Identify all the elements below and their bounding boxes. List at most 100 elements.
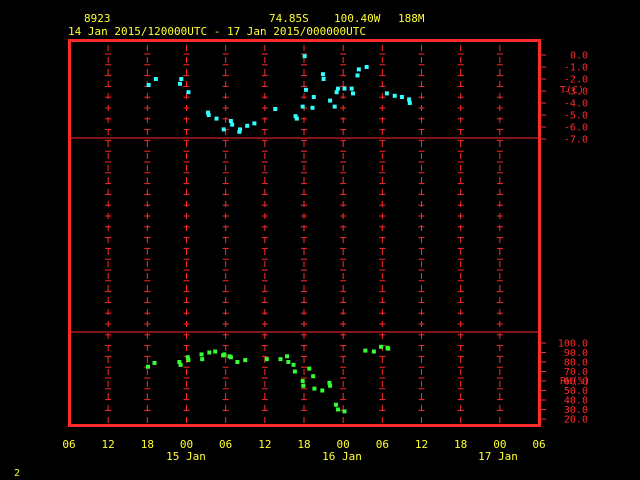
date-label-16jan: 16 Jan [322, 450, 362, 463]
rh-point [222, 352, 227, 357]
temp-point [273, 107, 278, 111]
temp-point [214, 116, 219, 121]
rh-point [228, 355, 233, 360]
x-tick-label: 18 [297, 438, 310, 451]
rh-point [286, 360, 291, 364]
rh-point [186, 358, 191, 363]
rh-point [386, 346, 391, 351]
temp-point [399, 95, 404, 99]
rh-point [207, 350, 212, 355]
meteogram-chart: 8923 74.85S 100.40W 188M 14 Jan 2015/120… [14, 12, 590, 479]
temp-point [321, 77, 326, 81]
temp-point [153, 77, 158, 81]
elevation: 188M [398, 12, 425, 25]
latitude: 74.85S [269, 12, 309, 25]
rh-point [145, 364, 150, 369]
y-tick-label: -2.0 [564, 75, 588, 86]
rh-point [200, 357, 205, 362]
rh-point [291, 362, 296, 367]
x-tick-label: 00 [493, 438, 506, 451]
rh-point [243, 358, 248, 363]
rh-point [235, 360, 240, 364]
rh-point [264, 357, 269, 362]
temp-point [328, 98, 333, 103]
x-tick-label: 12 [102, 438, 115, 451]
rh-point [333, 402, 338, 407]
rh-point [300, 379, 305, 383]
temp-point [252, 121, 257, 126]
temp-point [230, 122, 235, 127]
temp-point [384, 91, 389, 96]
temp-point [364, 65, 369, 69]
y-tick-label: 0.0 [570, 51, 588, 62]
rh-point [307, 366, 312, 371]
temp-point [392, 93, 397, 98]
rh-point [178, 362, 183, 367]
longitude: 100.40W [334, 12, 381, 25]
rh-point [363, 348, 368, 353]
temp-point [206, 113, 211, 117]
rh-point [213, 349, 218, 354]
temp-point [179, 77, 184, 81]
temp-point [177, 81, 182, 86]
temp-point [320, 72, 325, 77]
rh-point [292, 369, 297, 374]
x-tick-label: 06 [532, 438, 545, 451]
rh-point [199, 352, 204, 357]
x-tick-label: 18 [141, 438, 154, 451]
temp-point [294, 116, 299, 121]
rh-point [328, 383, 333, 388]
y-tick-label: -3.0 [564, 87, 588, 98]
temp-point [146, 83, 151, 87]
page-number: 2 [14, 468, 20, 479]
x-tick-label: 00 [180, 438, 193, 451]
temp-point [356, 67, 361, 72]
temp-point [407, 101, 412, 105]
temp-point [228, 119, 233, 123]
temp-point [311, 95, 316, 99]
rh-point [371, 349, 376, 354]
y-tick-label: 20.0 [564, 415, 588, 426]
temp-point [407, 97, 412, 102]
temp-point [355, 73, 360, 78]
temp-point [350, 91, 355, 96]
date-label-17jan: 17 Jan [478, 450, 518, 463]
rh-point [335, 407, 340, 412]
y-tick-label: -6.0 [564, 123, 588, 134]
rh-point [278, 357, 283, 362]
temp-point [349, 86, 354, 91]
temp-point [303, 87, 308, 92]
y-tick-label: -1.0 [564, 63, 588, 74]
x-tick-label: 06 [62, 438, 75, 451]
x-tick-label: 12 [258, 438, 271, 451]
rh-point [320, 388, 325, 393]
x-tick-label: 00 [337, 438, 350, 451]
temp-point [310, 105, 315, 110]
y-tick-label: -4.0 [564, 99, 588, 110]
rh-point [311, 374, 316, 379]
temp-point [221, 127, 226, 132]
date-label-15jan: 15 Jan [166, 450, 206, 463]
time-range: 14 Jan 2015/120000UTC - 17 Jan 2015/0000… [68, 25, 366, 38]
x-tick-label: 06 [219, 438, 232, 451]
temp-point [245, 123, 250, 128]
rh-point [152, 360, 157, 365]
rh-point [301, 383, 306, 388]
station-id: 8923 [84, 12, 111, 25]
temp-point [342, 86, 347, 91]
x-tick-label: 18 [454, 438, 467, 451]
temp-point [334, 90, 339, 95]
temp-point [300, 104, 305, 109]
temp-point [302, 54, 307, 59]
temp-point [186, 90, 191, 95]
rh-point [379, 344, 384, 349]
rh-point [285, 354, 290, 359]
y-tick-label: -5.0 [564, 111, 588, 122]
temp-point [335, 86, 340, 91]
x-tick-label: 06 [376, 438, 389, 451]
rh-point [312, 386, 317, 391]
y-tick-label: -7.0 [564, 135, 588, 146]
x-tick-label: 12 [415, 438, 428, 451]
temp-point [332, 104, 337, 109]
temp-point [238, 127, 243, 132]
